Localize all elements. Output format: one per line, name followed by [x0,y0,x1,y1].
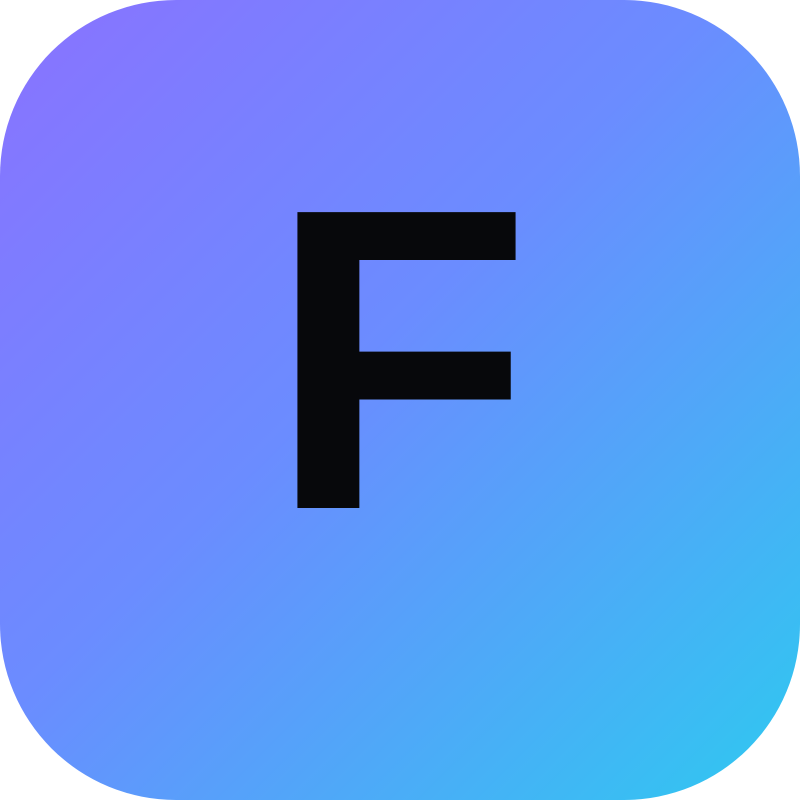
app-icon-letter: F [268,120,532,600]
app-icon[interactable]: F [0,0,800,800]
